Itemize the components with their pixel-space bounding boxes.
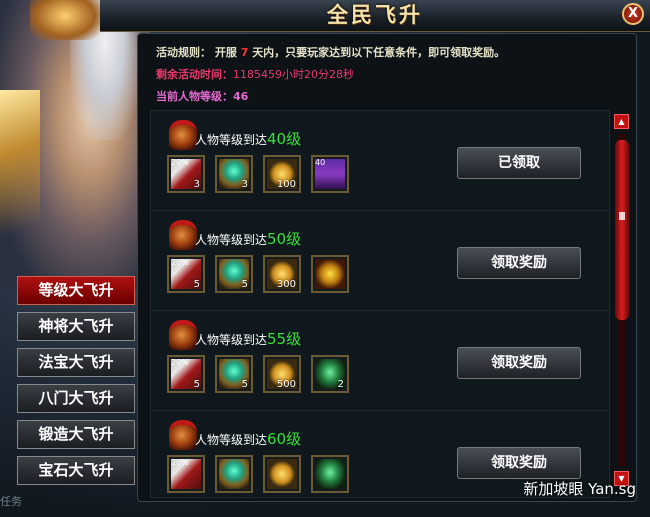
tab-forge[interactable]: 锻造大飞升 xyxy=(17,420,135,449)
coin-icon[interactable] xyxy=(263,455,301,493)
requirement-text: 人物等级到达60级 xyxy=(195,430,302,448)
reward-row: 人物等级到达40级 20% 3 3 100 40 已领取 xyxy=(151,111,609,211)
scrollbar[interactable]: ▲ ▼ xyxy=(613,114,631,486)
requirement-level: 55级 xyxy=(267,330,302,348)
character-wing xyxy=(0,90,40,240)
reward-row: 人物等级到达50级 20% 5 5 300 领取奖励 xyxy=(151,211,609,311)
window-title: 全民飞升 xyxy=(327,2,423,27)
orb-icon[interactable]: 5 xyxy=(215,355,253,393)
category-tabs: 等级大飞升 神将大飞升 法宝大飞升 八门大飞升 锻造大飞升 宝石大飞升 xyxy=(17,276,135,492)
tab-treasure[interactable]: 法宝大飞升 xyxy=(17,348,135,377)
armor-icon[interactable] xyxy=(311,455,349,493)
scroll-icon[interactable]: 20% 5 xyxy=(167,355,205,393)
tab-eight-gates[interactable]: 八门大飞升 xyxy=(17,384,135,413)
requirement-level: 40级 xyxy=(267,130,302,148)
time-line: 剩余活动时间：1185459小时20分28秒 xyxy=(156,66,505,88)
activity-info: 活动规则： 开服 7 天内，只要玩家达到以下任意条件，即可领取奖励。 剩余活动时… xyxy=(156,44,505,110)
requirement-text: 人物等级到达55级 xyxy=(195,330,302,348)
scroll-grip-icon xyxy=(619,212,625,220)
requirement-text: 人物等级到达40级 xyxy=(195,130,302,148)
helmet-icon xyxy=(169,120,197,150)
claim-reward-button[interactable]: 领取奖励 xyxy=(457,447,581,479)
claim-reward-button[interactable]: 领取奖励 xyxy=(457,247,581,279)
tab-general[interactable]: 神将大飞升 xyxy=(17,312,135,341)
rule-pre: 开服 xyxy=(214,46,237,59)
scroll-up-icon[interactable]: ▲ xyxy=(614,114,629,129)
character-portrait xyxy=(0,0,150,290)
level-label: 当前人物等级： xyxy=(156,90,233,103)
character-crown xyxy=(30,0,100,40)
reward-row: 人物等级到达55级 20% 5 5 500 2 领取奖励 xyxy=(151,311,609,411)
claim-reward-button[interactable]: 领取奖励 xyxy=(457,347,581,379)
medal-icon[interactable] xyxy=(311,255,349,293)
close-button[interactable]: X xyxy=(622,3,644,25)
rewards-panel: 活动规则： 开服 7 天内，只要玩家达到以下任意条件，即可领取奖励。 剩余活动时… xyxy=(137,33,637,502)
scroll-thumb[interactable] xyxy=(615,140,629,320)
armor-icon[interactable]: 2 xyxy=(311,355,349,393)
level-line: 当前人物等级：46 xyxy=(156,88,505,110)
rule-days: 7 xyxy=(240,46,249,59)
orb-icon[interactable] xyxy=(215,455,253,493)
window-titlebar: 全民飞升 X xyxy=(100,0,650,32)
helmet-icon xyxy=(169,320,197,350)
requirement-level: 60级 xyxy=(267,430,302,448)
rule-post: 天内，只要玩家达到以下任意条件，即可领取奖励。 xyxy=(252,46,506,59)
bottom-hint: 任务 xyxy=(0,495,22,508)
coin-icon[interactable]: 100 xyxy=(263,155,301,193)
orb-icon[interactable]: 5 xyxy=(215,255,253,293)
requirement-level: 50级 xyxy=(267,230,302,248)
helmet-icon xyxy=(169,220,197,250)
watermark: 新加坡眼 Yan.sg xyxy=(523,480,636,498)
requirement-text: 人物等级到达50级 xyxy=(195,230,302,248)
time-label: 剩余活动时间： xyxy=(156,68,233,81)
coin-icon[interactable]: 300 xyxy=(263,255,301,293)
helmet-icon xyxy=(169,420,197,450)
chest-icon[interactable]: 40 xyxy=(311,155,349,193)
rule-label: 活动规则： xyxy=(156,46,211,59)
scroll-icon[interactable]: 20% 3 xyxy=(167,155,205,193)
level-value: 46 xyxy=(233,90,249,103)
claimed-button[interactable]: 已领取 xyxy=(457,147,581,179)
scroll-icon[interactable]: 20% xyxy=(167,455,205,493)
coin-icon[interactable]: 500 xyxy=(263,355,301,393)
scroll-icon[interactable]: 20% 5 xyxy=(167,255,205,293)
reward-list: 人物等级到达40级 20% 3 3 100 40 已领取 人物等级到达50级 20… xyxy=(150,110,610,498)
rule-line: 活动规则： 开服 7 天内，只要玩家达到以下任意条件，即可领取奖励。 xyxy=(156,44,505,66)
time-value: 1185459小时20分28秒 xyxy=(233,68,354,81)
tab-level[interactable]: 等级大飞升 xyxy=(17,276,135,305)
tab-gem[interactable]: 宝石大飞升 xyxy=(17,456,135,485)
orb-icon[interactable]: 3 xyxy=(215,155,253,193)
